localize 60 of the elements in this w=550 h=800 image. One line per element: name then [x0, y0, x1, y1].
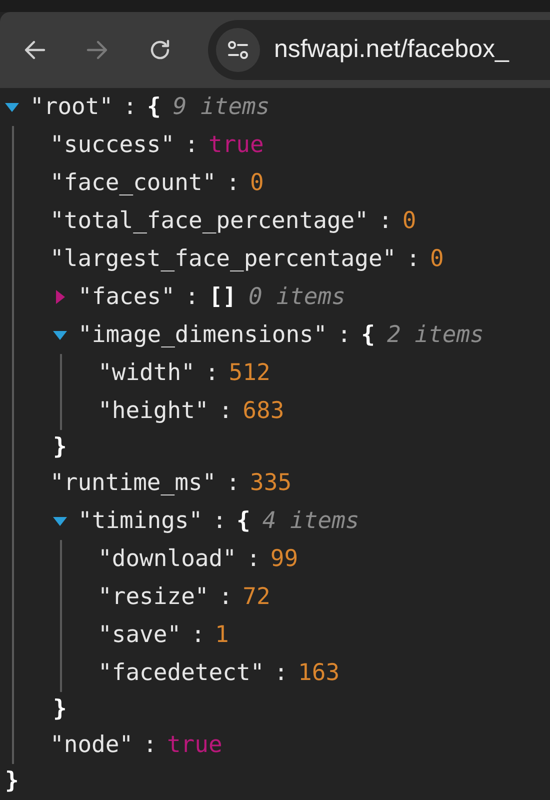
colon: :: [337, 320, 352, 350]
bracket: }: [5, 766, 19, 796]
item-count: 4 items: [262, 506, 360, 536]
colon: :: [123, 92, 137, 122]
json-value: 1: [214, 620, 229, 650]
json-value: 512: [228, 358, 270, 388]
colon: :: [274, 658, 288, 688]
json-key: "download": [98, 542, 236, 576]
json-value: true: [166, 730, 222, 760]
json-key: "timings": [78, 504, 203, 538]
json-key: "face_count": [50, 166, 216, 200]
colon: :: [184, 282, 199, 312]
item-count: 9 items: [172, 92, 270, 122]
json-value: true: [208, 130, 264, 160]
json-value: 72: [242, 582, 270, 612]
colon: :: [378, 206, 392, 236]
item-count: 2 items: [386, 320, 484, 350]
colon: :: [191, 620, 205, 650]
json-key: "save": [98, 618, 182, 652]
json-value: 335: [250, 468, 292, 498]
json-value: 683: [242, 396, 284, 426]
colon: :: [218, 582, 233, 612]
item-count: 0 items: [248, 282, 346, 312]
json-key: "success": [50, 128, 175, 162]
json-key: "resize": [98, 580, 209, 614]
json-value: 0: [430, 244, 444, 274]
colon: :: [143, 730, 157, 760]
colon: :: [212, 506, 226, 536]
bracket: []: [208, 282, 236, 312]
json-value: 99: [270, 544, 298, 574]
json-key: "node": [50, 728, 134, 762]
json-key: "height": [98, 394, 209, 428]
sliders-icon: [227, 40, 249, 60]
bracket: }: [53, 694, 67, 724]
json-key: "image_dimensions": [78, 318, 328, 352]
json-key: "total_face_percentage": [50, 204, 368, 238]
url-text: nsfwapi.net/facebox_: [274, 34, 509, 66]
json-value: 163: [298, 658, 340, 688]
json-key: "width": [98, 356, 195, 390]
colon: :: [226, 468, 240, 498]
colon: :: [226, 168, 240, 198]
site-settings-button[interactable]: [216, 28, 260, 72]
json-value: 0: [402, 206, 416, 236]
bracket: {: [361, 320, 375, 350]
colon: :: [184, 130, 198, 160]
json-key: "root": [30, 90, 114, 124]
json-key: "largest_face_percentage": [50, 242, 396, 276]
json-key: "faces": [78, 280, 175, 314]
bracket: {: [146, 92, 161, 122]
colon: :: [246, 544, 260, 574]
colon: :: [406, 244, 420, 274]
bracket: {: [236, 506, 250, 536]
json-value: 0: [250, 168, 264, 198]
reload-icon[interactable]: [148, 38, 172, 62]
colon: :: [204, 358, 219, 388]
bracket: }: [53, 432, 67, 462]
colon: :: [218, 396, 233, 426]
json-key: "facedetect": [98, 656, 264, 690]
json-key: "runtime_ms": [50, 466, 216, 500]
address-bar[interactable]: nsfwapi.net/facebox_: [208, 20, 550, 80]
